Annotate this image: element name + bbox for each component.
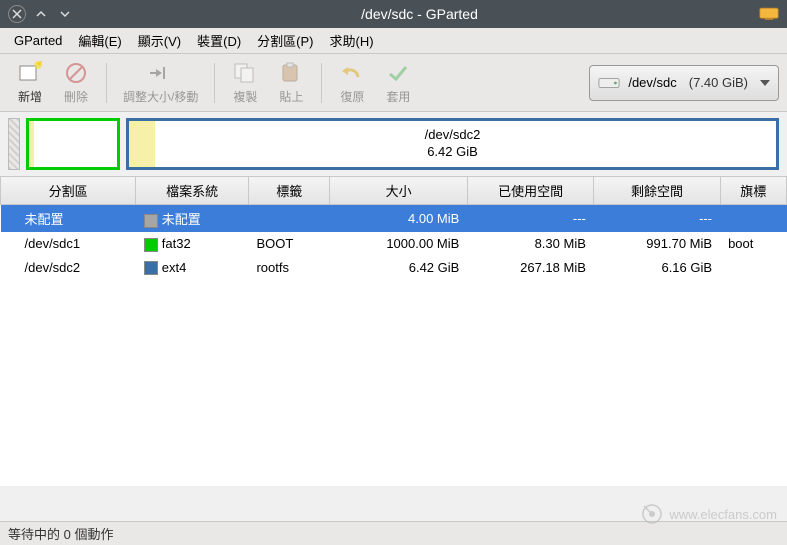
cell-size: 4.00 MiB <box>330 205 467 233</box>
cell-used: --- <box>467 205 594 233</box>
partmap-sdc2[interactable]: /dev/sdc2 6.42 GiB <box>126 118 779 170</box>
resize-button: 調整大小/移動 <box>115 58 206 108</box>
delete-button: 刪除 <box>54 58 98 108</box>
window-title: /dev/sdc - GParted <box>80 6 759 22</box>
menu-help[interactable]: 求助(H) <box>322 28 382 53</box>
cell-unused: 6.16 GiB <box>594 256 720 280</box>
paste-icon <box>280 62 302 84</box>
partition-map: /dev/sdc2 6.42 GiB <box>0 112 787 176</box>
col-unused[interactable]: 剩餘空間 <box>594 177 720 205</box>
toolbar-separator <box>214 63 215 103</box>
menu-device[interactable]: 裝置(D) <box>189 28 249 53</box>
cell-label: BOOT <box>248 232 330 256</box>
col-size[interactable]: 大小 <box>330 177 467 205</box>
cell-partition: 未配置 <box>1 205 136 233</box>
window-max-button[interactable] <box>56 5 74 23</box>
chevron-down-icon <box>760 80 770 86</box>
statusbar: 等待中的 0 個動作 <box>0 521 787 545</box>
titlebar: /dev/sdc - GParted <box>0 0 787 28</box>
partition-table: 分割區 檔案系統 標籤 大小 已使用空間 剩餘空間 旗標 未配置未配置 4.00 … <box>0 176 787 486</box>
cell-size: 6.42 GiB <box>330 256 467 280</box>
cell-filesystem: 未配置 <box>136 205 249 233</box>
cell-unused: --- <box>594 205 720 233</box>
undo-icon <box>340 63 364 83</box>
apply-button: 套用 <box>376 58 420 108</box>
undo-button: 復原 <box>330 58 374 108</box>
col-filesystem[interactable]: 檔案系統 <box>136 177 249 205</box>
toolbar-separator <box>321 63 322 103</box>
cell-unused: 991.70 MiB <box>594 232 720 256</box>
hdd-icon <box>598 75 620 91</box>
col-used[interactable]: 已使用空間 <box>467 177 594 205</box>
col-label[interactable]: 標籤 <box>248 177 330 205</box>
delete-icon <box>65 62 87 84</box>
table-header-row: 分割區 檔案系統 標籤 大小 已使用空間 剩餘空間 旗標 <box>1 177 787 205</box>
device-selector[interactable]: /dev/sdc (7.40 GiB) <box>589 65 779 101</box>
fs-swatch <box>144 261 158 275</box>
cell-filesystem: fat32 <box>136 232 249 256</box>
cell-used: 8.30 MiB <box>467 232 594 256</box>
table-row[interactable]: /dev/sdc2ext4rootfs6.42 GiB267.18 MiB6.1… <box>1 256 787 280</box>
toolbar-separator <box>106 63 107 103</box>
partmap-unallocated-leading[interactable] <box>8 118 20 170</box>
chevron-up-icon <box>36 9 46 19</box>
copy-icon <box>233 62 257 84</box>
cell-filesystem: ext4 <box>136 256 249 280</box>
cell-used: 267.18 MiB <box>467 256 594 280</box>
col-partition[interactable]: 分割區 <box>1 177 136 205</box>
device-size: (7.40 GiB) <box>689 75 748 90</box>
copy-button: 複製 <box>223 58 267 108</box>
menu-view[interactable]: 顯示(V) <box>130 28 189 53</box>
close-icon <box>12 9 22 19</box>
toolbar: 新增 刪除 調整大小/移動 複製 貼上 復原 套用 /dev/sdc (7.40… <box>0 54 787 112</box>
partmap-sdc1[interactable] <box>26 118 120 170</box>
cell-flags <box>720 205 786 233</box>
table-row[interactable]: /dev/sdc1fat32BOOT1000.00 MiB8.30 MiB991… <box>1 232 787 256</box>
cell-size: 1000.00 MiB <box>330 232 467 256</box>
window-min-button[interactable] <box>32 5 50 23</box>
cell-partition: /dev/sdc2 <box>1 256 136 280</box>
cell-label: rootfs <box>248 256 330 280</box>
fs-swatch <box>144 214 158 228</box>
paste-button: 貼上 <box>269 58 313 108</box>
table-row[interactable]: 未配置未配置4.00 MiB------ <box>1 205 787 233</box>
col-flags[interactable]: 旗標 <box>720 177 786 205</box>
desktop-icon <box>759 7 779 21</box>
cell-flags <box>720 256 786 280</box>
cell-label <box>248 205 330 233</box>
status-text: 等待中的 0 個動作 <box>8 524 113 543</box>
new-icon <box>17 61 43 85</box>
window-close-button[interactable] <box>8 5 26 23</box>
cell-flags: boot <box>720 232 786 256</box>
menubar: GParted 編輯(E) 顯示(V) 裝置(D) 分割區(P) 求助(H) <box>0 28 787 54</box>
apply-icon <box>387 63 409 83</box>
menu-gparted[interactable]: GParted <box>6 30 70 51</box>
partmap-sdc2-label: /dev/sdc2 6.42 GiB <box>425 127 481 161</box>
menu-partition[interactable]: 分割區(P) <box>249 28 321 53</box>
device-path: /dev/sdc <box>628 75 676 90</box>
cell-partition: /dev/sdc1 <box>1 232 136 256</box>
chevron-down-icon <box>60 9 70 19</box>
new-button[interactable]: 新增 <box>8 58 52 108</box>
menu-edit[interactable]: 編輯(E) <box>70 28 129 53</box>
fs-swatch <box>144 238 158 252</box>
resize-icon <box>148 63 174 83</box>
